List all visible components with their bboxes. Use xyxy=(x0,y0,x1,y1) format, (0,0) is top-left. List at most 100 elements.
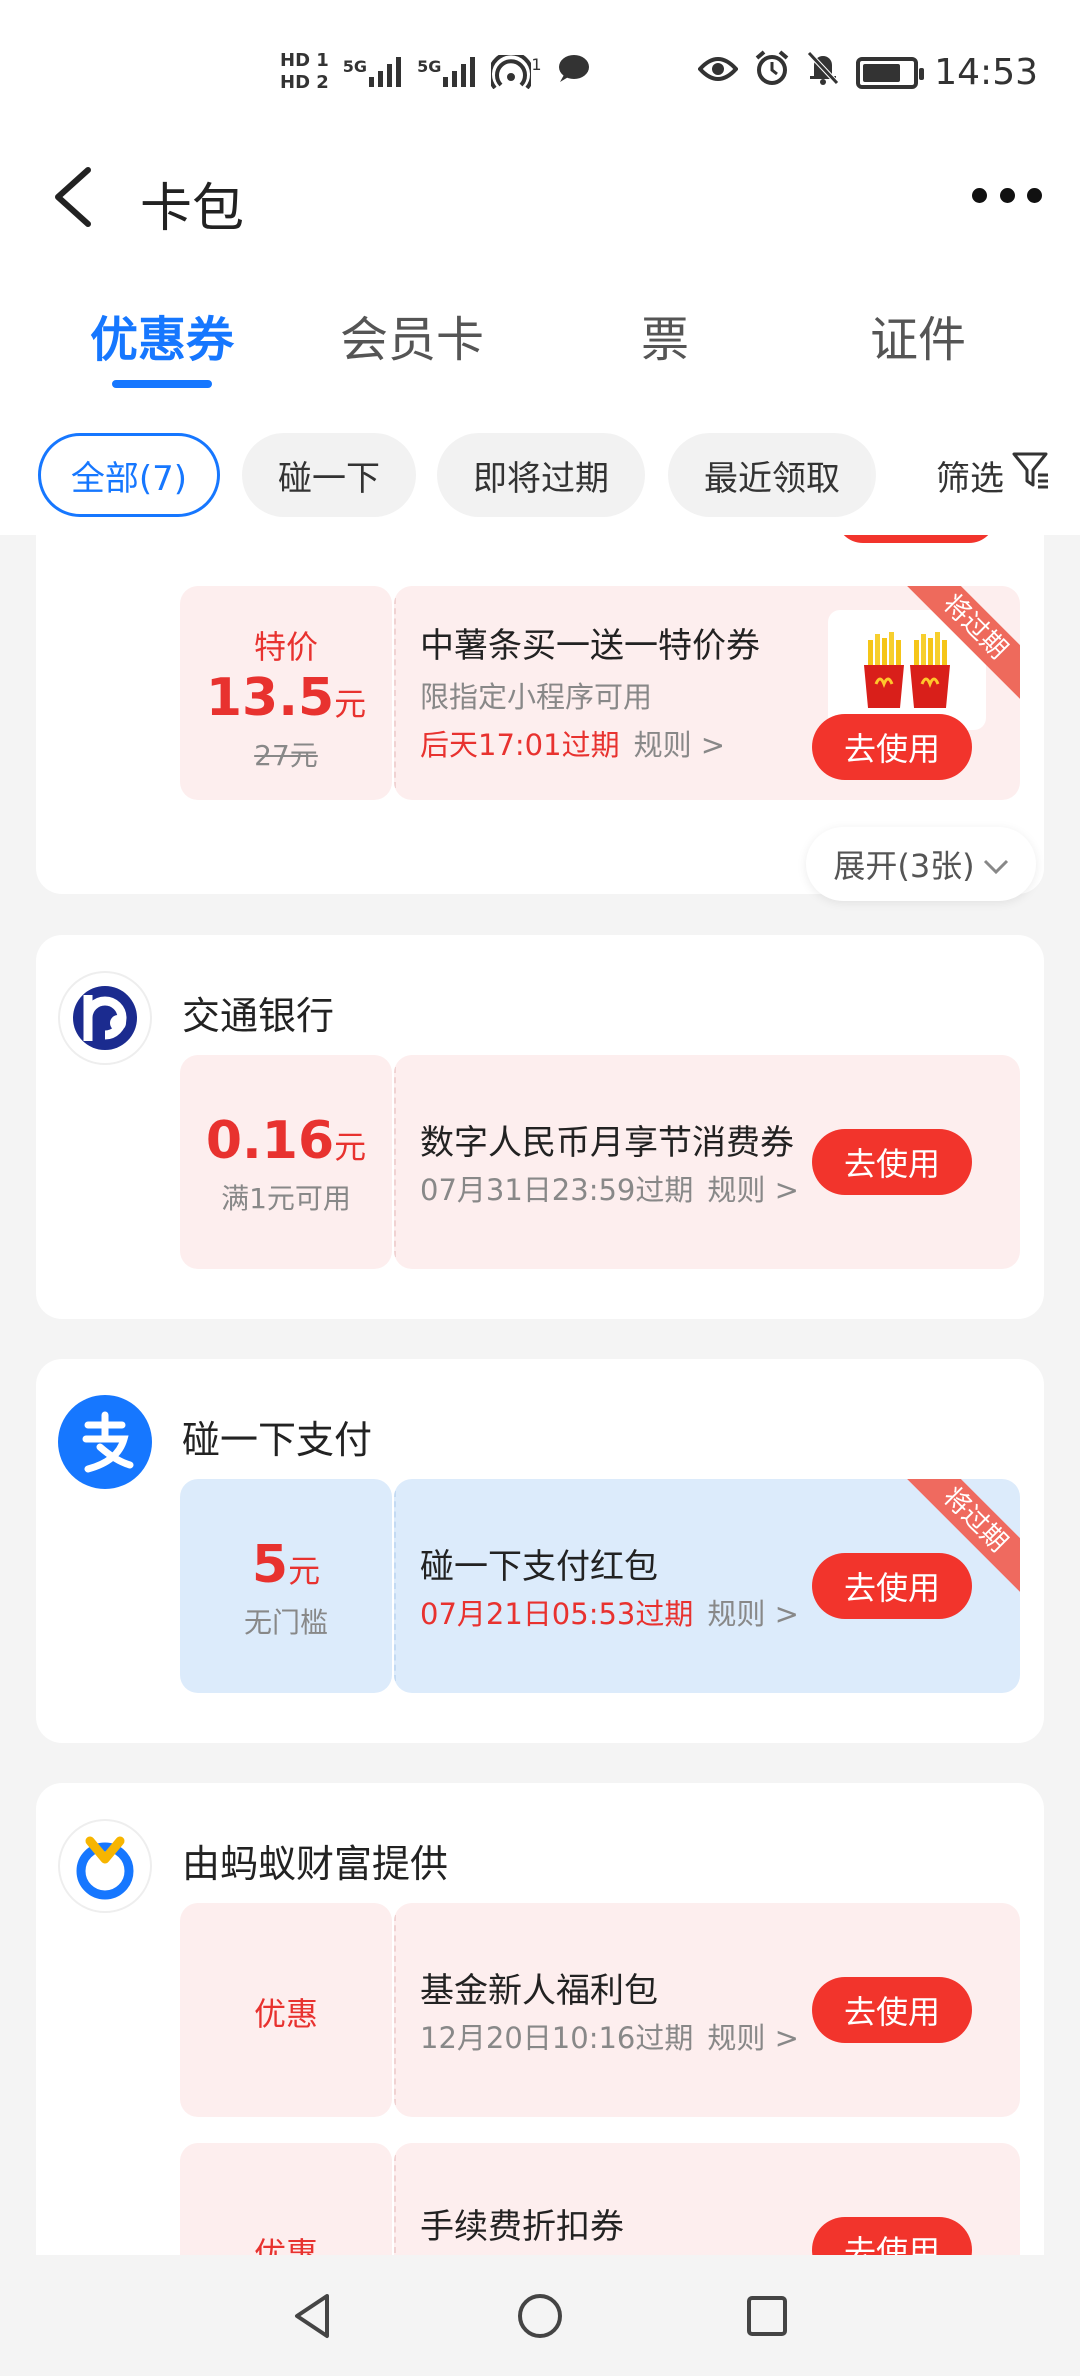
filter-chip-recent[interactable]: 最近领取 xyxy=(668,433,876,517)
coupon-expiry: 12月20日10:16过期 规则 > xyxy=(420,2015,799,2057)
coupon-details[interactable]: 数字人民币月享节消费券 07月31日23:59过期 规则 > 去使用 xyxy=(394,1055,1020,1269)
signal-1-icon: 5G xyxy=(343,57,403,87)
rules-link[interactable]: 规则 > xyxy=(707,2021,799,2055)
coupon-condition: 满1元可用 xyxy=(221,1182,351,1215)
back-arrow-icon[interactable] xyxy=(46,162,106,232)
tab-tickets[interactable]: 票 xyxy=(555,300,775,370)
coupon-fries-value: 特价 13.5元 27元 xyxy=(180,586,392,800)
original-price: 27元 xyxy=(254,739,318,772)
amount-unit: 元 xyxy=(334,1128,367,1166)
coupon-title: 碰一下支付红包 xyxy=(420,1547,658,1587)
amount-number: 0.16 xyxy=(205,1111,335,1171)
merchant-name: 碰一下支付 xyxy=(182,1418,373,1462)
previous-use-button-peek[interactable] xyxy=(836,535,996,543)
coupon-fund-welfare: 优惠 基金新人福利包 12月20日10:16过期 规则 > 去使用 xyxy=(180,1903,1020,2117)
coupon-details[interactable]: 基金新人福利包 12月20日10:16过期 规则 > 去使用 xyxy=(394,1903,1020,2117)
system-nav-bar xyxy=(0,2255,1080,2376)
coupon-amount: 5元 xyxy=(180,1535,392,1601)
coupon-details[interactable]: 碰一下支付红包 07月21日05:53过期 规则 > 去使用 将过期 xyxy=(394,1479,1020,1693)
filter-chip-all[interactable]: 全部(7) xyxy=(38,433,220,517)
coupon-title: 手续费折扣券 xyxy=(420,2207,624,2247)
amount-unit: 元 xyxy=(288,1552,321,1590)
coupon-fries: 特价 13.5元 27元 中薯条买一送一特价券 限指定小程序可用 后天17:01… xyxy=(180,586,1020,800)
alarm-icon xyxy=(754,50,790,95)
rules-link[interactable]: 规则 > xyxy=(707,1597,799,1631)
active-tab-indicator xyxy=(112,380,212,388)
expiry-text: 12月20日10:16过期 xyxy=(420,2021,694,2055)
use-coupon-button[interactable]: 去使用 xyxy=(812,1553,972,1619)
merchant-name: 交通银行 xyxy=(182,994,335,1038)
status-bar: HD 1 HD 2 5G 5G 1 14:53 xyxy=(0,0,1080,140)
coupon-amount: 0.16元 xyxy=(180,1111,392,1177)
expand-more-button[interactable]: 展开(3张) xyxy=(806,827,1036,901)
nav-recents-icon[interactable] xyxy=(741,2290,793,2342)
coupon-fries-details[interactable]: 中薯条买一送一特价券 限指定小程序可用 后天17:01过期 规则 > 去使用 将… xyxy=(394,586,1020,800)
merchant-card-ant-fortune: 由蚂蚁财富提供 优惠 基金新人福利包 12月20日10:16过期 规则 > 去使用… xyxy=(36,1783,1044,2255)
alipay-logo xyxy=(58,1395,152,1489)
signal-1-label: 5G xyxy=(342,57,368,76)
coupon-tap-pay: 5元 无门槛 碰一下支付红包 07月21日05:53过期 规则 > 去使用 将过期 xyxy=(180,1479,1020,1693)
price-amount: 13.5元 xyxy=(180,668,392,734)
nav-home-icon[interactable] xyxy=(514,2290,566,2342)
coupon-fee-discount: 优惠 手续费折扣券 去使用 xyxy=(180,2143,1020,2255)
status-bar-left: HD 1 HD 2 5G 5G 1 xyxy=(280,42,590,102)
amount-number: 5 xyxy=(251,1535,289,1595)
hotspot-count: 1 xyxy=(531,55,542,74)
tab-coupons[interactable]: 优惠券 xyxy=(52,300,272,370)
signal-2-label: 5G xyxy=(417,57,442,76)
expand-label: 展开(3张) xyxy=(833,847,975,885)
eye-icon xyxy=(697,52,739,93)
use-coupon-button[interactable]: 去使用 xyxy=(812,1129,972,1195)
expiry-text: 07月21日05:53过期 xyxy=(420,1597,694,1631)
coupon-value: 优惠 xyxy=(180,1903,392,2117)
rules-link[interactable]: 规则 > xyxy=(707,1173,799,1207)
coupon-digital-rmb: 0.16元 满1元可用 数字人民币月享节消费券 07月31日23:59过期 规则 … xyxy=(180,1055,1020,1269)
coupon-condition: 无门槛 xyxy=(243,1606,328,1639)
filter-button-label: 筛选 xyxy=(936,458,1004,499)
coupon-title: 数字人民币月享节消费券 xyxy=(420,1123,794,1163)
use-coupon-button[interactable]: 去使用 xyxy=(812,2217,972,2255)
filter-chip-tap[interactable]: 碰一下 xyxy=(242,433,416,517)
fries-left xyxy=(864,632,904,708)
clock: 14:53 xyxy=(934,52,1038,93)
battery-fill xyxy=(863,63,901,82)
tab-membership-cards[interactable]: 会员卡 xyxy=(302,300,522,370)
merchant-card-mcd: 特价 13.5元 27元 中薯条买一送一特价券 限指定小程序可用 后天17:01… xyxy=(36,535,1044,901)
coupon-label: 优惠 xyxy=(253,1995,318,2033)
hd2-label: HD 2 xyxy=(280,72,329,93)
use-coupon-button[interactable]: 去使用 xyxy=(812,1977,972,2043)
expiry-text: 07月31日23:59过期 xyxy=(420,1173,694,1207)
battery-icon xyxy=(856,56,925,89)
rules-link[interactable]: 规则 > xyxy=(634,728,726,762)
more-options-icon[interactable] xyxy=(972,180,1042,210)
tab-bar: 优惠券 会员卡 票 证件 xyxy=(0,260,1080,415)
coupon-description: 限指定小程序可用 xyxy=(420,680,653,714)
coupon-expiry: 后天17:01过期 规则 > xyxy=(420,722,725,764)
merchant-card-bocom: 交通银行 0.16元 满1元可用 数字人民币月享节消费券 07月31日23:59… xyxy=(36,935,1044,1319)
merchant-card-tap-pay: 碰一下支付 5元 无门槛 碰一下支付红包 07月21日05:53过期 规则 > 去… xyxy=(36,1359,1044,1743)
coupon-value: 优惠 xyxy=(180,2143,392,2255)
coupon-title: 中薯条买一送一特价券 xyxy=(420,626,760,666)
tab-documents[interactable]: 证件 xyxy=(808,300,1028,370)
coupon-value: 5元 无门槛 xyxy=(180,1479,392,1693)
coupon-label: 优惠 xyxy=(253,2235,318,2255)
coupon-list: 特价 13.5元 27元 中薯条买一送一特价券 限指定小程序可用 后天17:01… xyxy=(0,535,1080,2255)
filter-chip-expiring[interactable]: 即将过期 xyxy=(437,433,645,517)
fries-right xyxy=(910,632,950,708)
coupon-details[interactable]: 手续费折扣券 去使用 xyxy=(394,2143,1020,2255)
expiry-text: 后天17:01过期 xyxy=(420,728,620,762)
hd-indicators: HD 1 HD 2 xyxy=(280,50,329,94)
filter-bar: 全部(7) 碰一下 即将过期 最近领取 筛选 xyxy=(0,415,1080,535)
page-title: 卡包 xyxy=(140,179,245,239)
price-number: 13.5 xyxy=(205,668,335,728)
nav-back-icon[interactable] xyxy=(287,2290,339,2342)
merchant-name: 由蚂蚁财富提供 xyxy=(182,1842,449,1886)
mute-bell-icon xyxy=(806,50,840,95)
coupon-title: 基金新人福利包 xyxy=(420,1971,658,2011)
coupon-value: 0.16元 满1元可用 xyxy=(180,1055,392,1269)
hd1-label: HD 1 xyxy=(280,50,329,71)
hotspot-icon: 1 xyxy=(491,55,542,89)
status-bar-right: 14:53 xyxy=(697,50,1038,95)
use-coupon-button[interactable]: 去使用 xyxy=(812,714,972,780)
filter-button[interactable]: 筛选 xyxy=(906,433,1050,517)
